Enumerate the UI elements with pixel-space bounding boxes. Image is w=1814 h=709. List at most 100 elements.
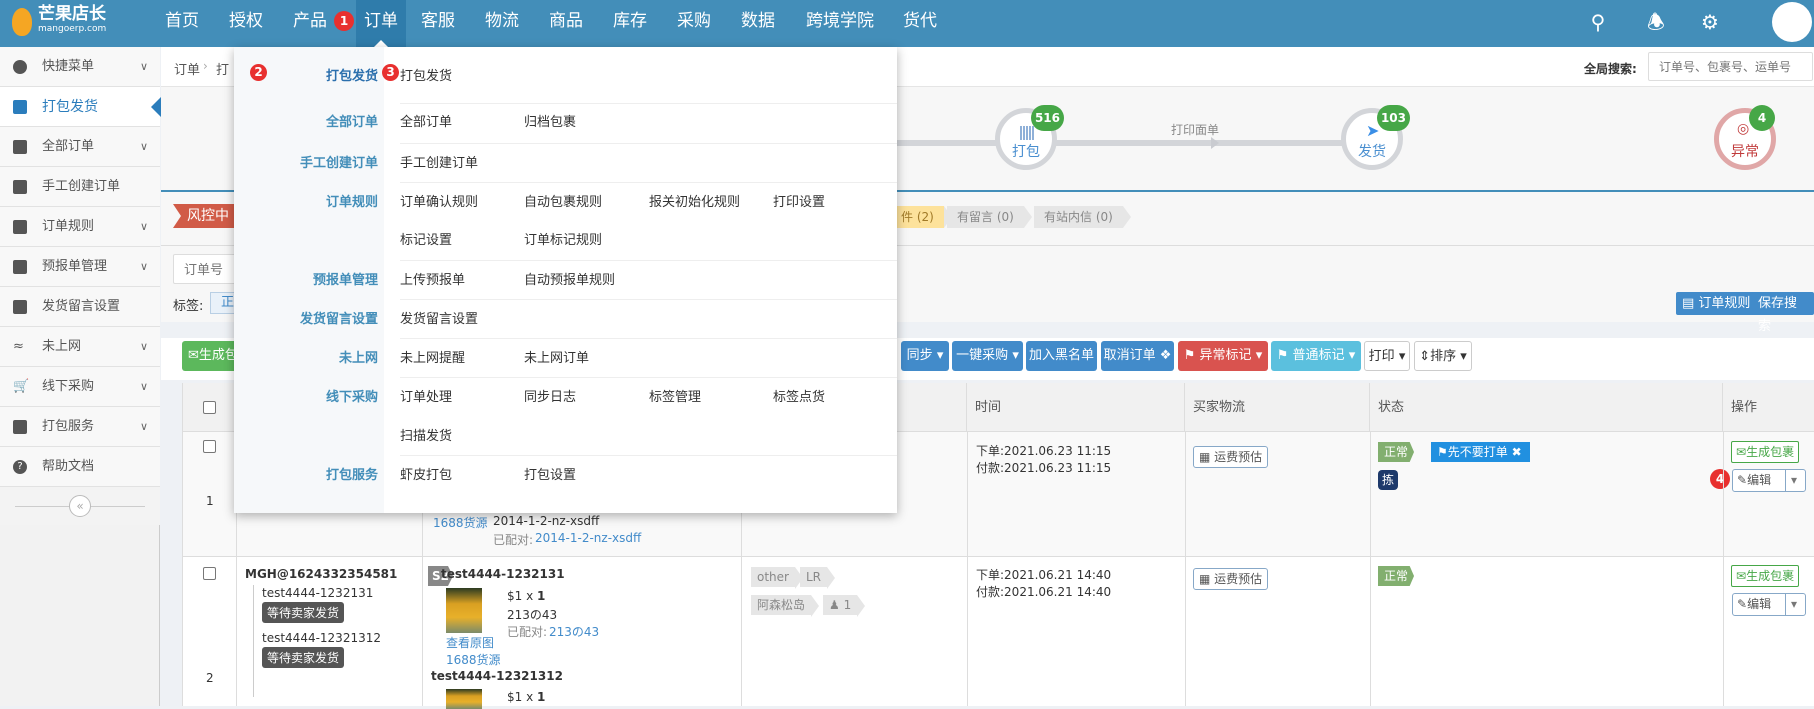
add-blacklist-button[interactable]: 加入黑名单: [1026, 341, 1097, 371]
menu-item[interactable]: 标签管理: [649, 386, 701, 405]
menu-item[interactable]: 打印设置: [773, 191, 825, 210]
select-all-checkbox[interactable]: [203, 401, 216, 414]
menu-item[interactable]: 发货留言设置: [400, 308, 478, 327]
menu-item[interactable]: 自动包裹规则: [524, 191, 602, 210]
normal-mark-button[interactable]: ⚑ 普通标记 ▾: [1271, 341, 1361, 371]
nav-order[interactable]: 订单: [356, 0, 406, 48]
nav-data[interactable]: 数据: [734, 0, 782, 47]
nav-home[interactable]: 首页: [158, 0, 206, 47]
menu-category-offline-purchase[interactable]: 线下采购: [326, 386, 378, 405]
menu-item[interactable]: 虾皮打包: [400, 464, 452, 483]
menu-item-pack-ship[interactable]: 打包发货: [400, 65, 452, 84]
sidebar-item-forecast[interactable]: 预报单管理 ∨: [0, 247, 160, 287]
source-link[interactable]: 1688货源: [446, 651, 501, 668]
menu-category-all-orders[interactable]: 全部订单: [326, 111, 378, 130]
sidebar-item-pack-service[interactable]: 打包服务 ∨: [0, 407, 160, 447]
menu-item[interactable]: 归档包裹: [524, 111, 576, 130]
workflow-step-ship[interactable]: 103 ➤ 发货: [1341, 105, 1410, 170]
filter-tag-messages[interactable]: 有留言 (0): [947, 206, 1032, 228]
sidebar-item-manual-order[interactable]: 手工创建订单: [0, 167, 160, 207]
generate-package-button[interactable]: ✉生成包裹: [1731, 565, 1800, 587]
view-original-link[interactable]: 查看原图: [446, 634, 494, 651]
one-click-purchase-button[interactable]: 一键采购 ▾: [952, 341, 1023, 371]
menu-item[interactable]: 订单标记规则: [524, 229, 602, 248]
menu-item[interactable]: 未上网提醒: [400, 347, 465, 366]
menu-category-forecast[interactable]: 预报单管理: [313, 269, 378, 288]
cancel-order-button[interactable]: 取消订单 ❖: [1101, 341, 1174, 371]
nav-inventory[interactable]: 库存: [606, 0, 654, 47]
sidebar-item-quick-menu[interactable]: 快捷菜单 ∨: [0, 47, 160, 87]
caret-down-icon[interactable]: ▾: [1791, 594, 1797, 615]
sidebar-item-order-rules[interactable]: 订单规则 ∨: [0, 207, 160, 247]
shipping-estimate-button[interactable]: ▦ 运费预估: [1193, 568, 1269, 590]
filter-tag-inbox[interactable]: 有站内信 (0): [1034, 206, 1131, 228]
save-search-button[interactable]: 保存搜索: [1752, 292, 1814, 334]
edit-button[interactable]: ✎编辑: [1737, 597, 1771, 611]
logo[interactable]: 芒果店长 mangoerp.com: [12, 4, 106, 36]
caret-down-icon[interactable]: ▾: [1791, 470, 1797, 491]
breadcrumb-order[interactable]: 订单: [174, 59, 200, 78]
menu-item[interactable]: 订单处理: [400, 386, 452, 405]
sort-button[interactable]: ⇕排序 ▾: [1414, 341, 1472, 371]
row-checkbox[interactable]: [203, 440, 216, 453]
sidebar-item-all-orders[interactable]: 全部订单 ∨: [0, 127, 160, 167]
filter-tag[interactable]: 件 (2): [891, 206, 952, 228]
sync-button[interactable]: 同步 ▾: [901, 341, 949, 371]
quantity: 1: [537, 690, 546, 704]
nav-purchase[interactable]: 采购: [670, 0, 718, 47]
product-image[interactable]: [446, 588, 482, 633]
abnormal-mark-button[interactable]: ⚑ 异常标记 ▾: [1178, 341, 1268, 371]
sidebar-item-not-online[interactable]: ≈ 未上网 ∨: [0, 327, 160, 367]
avatar[interactable]: [1772, 2, 1812, 42]
nav-goods[interactable]: 商品: [542, 0, 590, 47]
sidebar-item-ship-message[interactable]: 发货留言设置: [0, 287, 160, 327]
menu-item[interactable]: 未上网订单: [524, 347, 589, 366]
row-checkbox[interactable]: [203, 567, 216, 580]
gear-icon[interactable]: ⚙: [1698, 10, 1722, 34]
nav-logistics[interactable]: 物流: [478, 0, 526, 47]
shipping-estimate-button[interactable]: ▦ 运费预估: [1193, 446, 1269, 468]
menu-category-order-rules[interactable]: 订单规则: [326, 191, 378, 210]
menu-item[interactable]: 标签点货: [773, 386, 825, 405]
edit-button[interactable]: ✎编辑: [1737, 473, 1771, 487]
sidebar-item-pack-ship[interactable]: 打包发货: [0, 87, 161, 127]
menu-category-ship-message[interactable]: 发货留言设置: [300, 308, 378, 327]
print-button[interactable]: 打印 ▾: [1364, 341, 1410, 371]
nav-service[interactable]: 客服: [414, 0, 462, 47]
order-id[interactable]: MGH@1624332354581: [245, 567, 397, 581]
menu-item[interactable]: 上传预报单: [400, 269, 465, 288]
menu-item[interactable]: 扫描发货: [400, 425, 452, 444]
paired-link[interactable]: 2014-1-2-nz-xsdff: [535, 531, 641, 545]
buyer-country-tag: 阿森松岛: [751, 595, 820, 617]
menu-item[interactable]: 报关初始化规则: [649, 191, 740, 210]
menu-category-pack-ship[interactable]: 打包发货: [326, 65, 378, 84]
nav-auth[interactable]: 授权: [222, 0, 270, 47]
menu-item[interactable]: 同步日志: [524, 386, 576, 405]
nav-academy[interactable]: 跨境学院: [800, 0, 880, 47]
menu-item[interactable]: 打包设置: [524, 464, 576, 483]
search-icon[interactable]: ⚲: [1586, 10, 1610, 34]
product-image[interactable]: [446, 689, 482, 709]
menu-item[interactable]: 自动预报单规则: [524, 269, 615, 288]
menu-item[interactable]: 手工创建订单: [400, 152, 478, 171]
bell-icon[interactable]: 🕭: [1644, 10, 1668, 34]
global-search-input[interactable]: [1648, 52, 1813, 81]
workflow-step-pack[interactable]: 516 打包: [995, 105, 1064, 170]
nav-product[interactable]: 产品: [286, 0, 334, 47]
workflow-step-abnormal[interactable]: 4 ◎ 异常: [1714, 105, 1776, 170]
generate-package-button[interactable]: ✉生成包裹: [1731, 441, 1800, 463]
menu-category-manual-order[interactable]: 手工创建订单: [300, 152, 378, 171]
collapse-sidebar-button[interactable]: «: [69, 495, 91, 517]
order-rules-button[interactable]: ▤ 订单规则: [1676, 292, 1757, 315]
menu-item[interactable]: 订单确认规则: [400, 191, 478, 210]
source-link[interactable]: 1688货源: [433, 514, 488, 531]
close-icon[interactable]: ✖: [1512, 445, 1522, 459]
menu-item[interactable]: 全部订单: [400, 111, 452, 130]
nav-forwarder[interactable]: 货代: [896, 0, 944, 47]
sidebar-item-help[interactable]: ? 帮助文档: [0, 447, 160, 487]
menu-item[interactable]: 标记设置: [400, 229, 452, 248]
menu-category-not-online[interactable]: 未上网: [339, 347, 378, 366]
menu-category-pack-service[interactable]: 打包服务: [326, 464, 378, 483]
paired-link[interactable]: 213の43: [549, 623, 599, 640]
sidebar-item-offline-purchase[interactable]: 🛒 线下采购 ∨: [0, 367, 160, 407]
